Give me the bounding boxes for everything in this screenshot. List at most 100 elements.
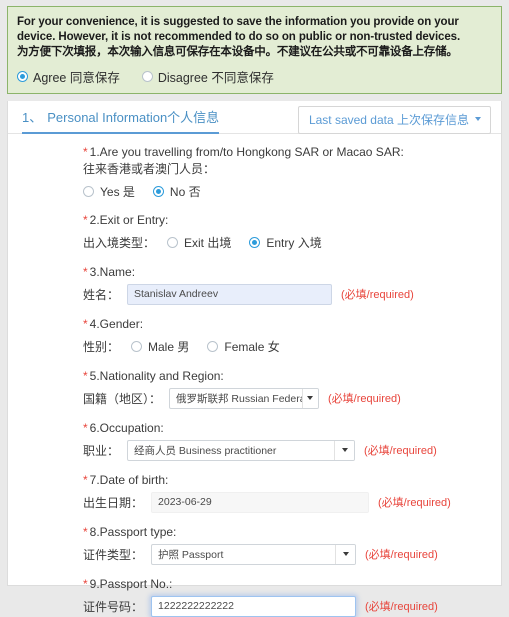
q4-option-female-indicator[interactable] <box>207 340 219 352</box>
passport-number-input[interactable]: 1222222222222 <box>151 595 357 617</box>
q1-option-no[interactable]: No 否 <box>152 183 201 200</box>
q2-question-en-text: 2.Exit or Entry: <box>89 213 169 227</box>
q7-row: 出生日期： 2023-06-29 (必填/required) <box>83 491 501 513</box>
q9-label-cn: 证件号码： <box>83 599 144 614</box>
occupation-select[interactable]: 经商人员 Business practitioner <box>127 439 356 461</box>
q4-option-male-label: Male 男 <box>148 339 190 354</box>
passport-number-value: 1222222222222 <box>158 599 234 612</box>
field-passport-type: * 8.Passport type: 证件类型： 护照 Passport (必填/… <box>8 524 501 565</box>
notice-text: For your convenience, it is suggested to… <box>17 15 492 60</box>
radio-agree-indicator[interactable] <box>17 71 28 82</box>
q5-label-cn: 国籍（地区）： <box>83 391 162 406</box>
q9-row: 证件号码： 1222222222222 (必填/required) <box>83 595 501 617</box>
field-exit-or-entry: * 2.Exit or Entry: 出入境类型： Exit 出境 Entry 入… <box>8 212 501 253</box>
date-of-birth-input[interactable]: 2023-06-29 <box>151 491 370 513</box>
required-star: * <box>83 265 88 279</box>
q8-row: 证件类型： 护照 Passport (必填/required) <box>83 543 501 565</box>
q8-question-en: * 8.Passport type: <box>83 524 501 541</box>
q3-required-note: (必填/required) <box>341 289 414 301</box>
required-star: * <box>83 421 88 435</box>
q1-radio-group: Yes 是 No 否 <box>83 180 501 202</box>
notice-line-cn: 为方便下次填报，本次输入信息可保存在本设备中。不建议在公共或不可靠设备上存储。 <box>17 46 458 58</box>
last-saved-data-label: Last saved data 上次保存信息 <box>308 112 469 127</box>
q4-label-cn: 性别： <box>83 339 120 354</box>
q2-radio-group: Exit 出境 Entry 入境 <box>167 234 322 251</box>
last-saved-data-button[interactable]: Last saved data 上次保存信息 <box>297 105 491 134</box>
required-star: * <box>83 317 88 331</box>
q8-question-en-text: 8.Passport type: <box>89 525 177 539</box>
date-of-birth-value: 2023-06-29 <box>158 495 212 508</box>
field-date-of-birth: * 7.Date of birth: 出生日期： 2023-06-29 (必填/r… <box>8 472 501 513</box>
q3-label-cn: 姓名： <box>83 287 120 302</box>
q2-option-entry-indicator[interactable] <box>249 236 261 248</box>
q4-option-female[interactable]: Female 女 <box>207 338 280 355</box>
field-travelling-hk-macao: * 1.Are you travelling from/to Hongkong S… <box>8 144 501 202</box>
section-number: 1、 <box>22 110 43 125</box>
q8-required-note: (必填/required) <box>365 549 438 561</box>
q5-row: 国籍（地区）： 俄罗斯联邦 Russian Federation (必填/req… <box>83 387 501 409</box>
q7-required-note: (必填/required) <box>378 497 451 509</box>
chevron-down-icon <box>307 396 314 400</box>
q7-label-cn: 出生日期： <box>83 495 144 510</box>
q1-question-cn: 往来香港或者澳门人员： <box>83 162 216 176</box>
q9-question-en: * 9.Passport No.: <box>83 576 501 593</box>
q4-question-en-text: 4.Gender: <box>89 317 144 331</box>
notice-line-en-2: device. However, it is not recommended t… <box>17 31 461 43</box>
q6-label-cn: 职业： <box>83 443 120 458</box>
q2-row: 出入境类型： Exit 出境 Entry 入境 <box>83 231 501 253</box>
q2-option-exit-indicator[interactable] <box>167 236 179 248</box>
radio-agree-label: Agree 同意保存 <box>33 71 120 85</box>
radio-disagree-indicator[interactable] <box>141 71 153 82</box>
q3-row: 姓名： Stanislav Andreev (必填/required) <box>83 283 501 305</box>
q9-question-en-text: 9.Passport No.: <box>89 577 173 591</box>
nationality-dropdown-toggle[interactable] <box>301 388 319 408</box>
section-title-label: Personal Information个人信息 <box>47 110 220 125</box>
field-passport-number: * 9.Passport No.: 证件号码： 1222222222222 (必填… <box>8 576 501 617</box>
q2-option-exit[interactable]: Exit 出境 <box>167 234 231 251</box>
required-star: * <box>83 473 88 487</box>
nationality-select[interactable]: 俄罗斯联邦 Russian Federation <box>169 387 320 409</box>
radio-disagree-label: Disagree 不同意保存 <box>157 71 274 85</box>
q4-option-female-label: Female 女 <box>224 339 280 354</box>
q2-option-entry[interactable]: Entry 入境 <box>249 234 322 251</box>
q1-question-en: * 1.Are you travelling from/to Hongkong S… <box>83 144 501 161</box>
q1-option-no-indicator[interactable] <box>152 185 164 197</box>
field-occupation: * 6.Occupation: 职业： 经商人员 Business practit… <box>8 420 501 461</box>
occupation-dropdown-toggle[interactable] <box>334 440 355 460</box>
name-input-value: Stanislav Andreev <box>134 287 219 300</box>
name-input[interactable]: Stanislav Andreev <box>127 283 333 305</box>
q6-row: 职业： 经商人员 Business practitioner (必填/requi… <box>83 439 501 461</box>
chevron-down-icon <box>341 448 348 452</box>
passport-type-dropdown-toggle[interactable] <box>335 544 356 564</box>
section-title-tab[interactable]: 1、 Personal Information个人信息 <box>22 107 220 134</box>
q2-label-cn: 出入境类型： <box>83 235 156 250</box>
chevron-down-icon <box>342 552 349 556</box>
field-name: * 3.Name: 姓名： Stanislav Andreev (必填/requi… <box>8 264 501 305</box>
q6-required-note: (必填/required) <box>364 445 437 457</box>
q8-label-cn: 证件类型： <box>83 547 144 562</box>
passport-type-select-value: 护照 Passport <box>158 548 224 561</box>
personal-information-card: 1、 Personal Information个人信息 Last saved da… <box>7 101 502 617</box>
q1-option-yes-label: Yes 是 <box>100 184 135 199</box>
q1-option-yes-indicator[interactable] <box>83 185 94 197</box>
nationality-select-value: 俄罗斯联邦 Russian Federation <box>176 392 302 405</box>
q2-option-entry-label: Entry 入境 <box>266 235 322 250</box>
field-gender: * 4.Gender: 性别： Male 男 Female 女 <box>8 316 501 357</box>
q9-required-note: (必填/required) <box>365 601 438 613</box>
q1-option-no-label: No 否 <box>169 184 201 199</box>
radio-disagree[interactable]: Disagree 不同意保存 <box>141 67 274 86</box>
q3-question-en: * 3.Name: <box>83 264 501 281</box>
q1-question-en-text: 1.Are you travelling from/to Hongkong SA… <box>89 145 404 159</box>
q7-question-en: * 7.Date of birth: <box>83 472 501 489</box>
q4-row: 性别： Male 男 Female 女 <box>83 335 501 357</box>
radio-agree[interactable]: Agree 同意保存 <box>17 67 120 86</box>
save-info-notice: For your convenience, it is suggested to… <box>7 6 502 94</box>
q7-question-en-text: 7.Date of birth: <box>89 473 169 487</box>
q1-option-yes[interactable]: Yes 是 <box>83 183 135 200</box>
personal-information-form: * 1.Are you travelling from/to Hongkong S… <box>8 134 501 617</box>
q2-option-exit-label: Exit 出境 <box>184 235 232 250</box>
q4-option-male[interactable]: Male 男 <box>131 338 189 355</box>
q4-option-male-indicator[interactable] <box>131 340 143 352</box>
q5-question-en: * 5.Nationality and Region: <box>83 368 501 385</box>
passport-type-select[interactable]: 护照 Passport <box>151 543 357 565</box>
